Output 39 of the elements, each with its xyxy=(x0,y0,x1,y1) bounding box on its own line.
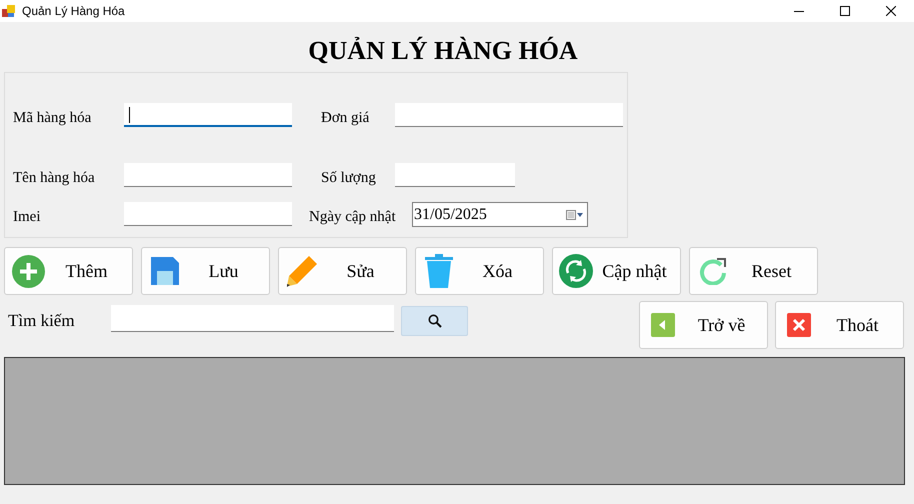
action-button[interactable]: Trở về xyxy=(639,301,768,349)
search-field[interactable] xyxy=(111,305,394,332)
search-label: Tìm kiếm xyxy=(8,310,76,332)
page-heading: QUẢN LÝ HÀNG HÓA xyxy=(308,36,578,66)
plus-circle-icon xyxy=(12,254,44,288)
field-label: Số lượng xyxy=(321,169,376,188)
input-field[interactable] xyxy=(124,163,292,187)
action-button[interactable]: Xóa xyxy=(415,247,544,295)
search-icon xyxy=(428,314,442,328)
text-cursor xyxy=(129,107,130,123)
maximize-icon xyxy=(840,6,850,16)
action-button[interactable]: Sửa xyxy=(278,247,407,295)
field-label: Mã hàng hóa xyxy=(13,109,92,128)
pencil-icon xyxy=(285,254,319,288)
action-button[interactable]: Thoát xyxy=(775,301,904,349)
input-field[interactable] xyxy=(124,103,292,127)
action-button[interactable]: Reset xyxy=(689,247,818,295)
window-title: Quản Lý Hàng Hóa xyxy=(22,3,125,20)
field-label: Imei xyxy=(13,208,40,227)
close-icon xyxy=(886,6,896,16)
input-field[interactable] xyxy=(124,202,292,226)
refresh-circle-icon xyxy=(559,254,593,288)
rotate-arrow-icon xyxy=(699,257,727,285)
search-button[interactable] xyxy=(401,306,468,336)
app-icon xyxy=(2,4,16,18)
field-label: Tên hàng hóa xyxy=(13,169,95,188)
field-label: Đơn giá xyxy=(321,109,370,128)
date-picker[interactable]: 31/05/2025 xyxy=(412,202,588,227)
action-button[interactable]: Cập nhật xyxy=(552,247,681,295)
action-button[interactable]: Thêm xyxy=(4,247,133,295)
date-value: 31/05/2025 xyxy=(414,204,487,224)
field-label: Ngày cập nhật xyxy=(309,208,396,227)
input-field[interactable] xyxy=(395,103,623,127)
input-field[interactable] xyxy=(395,163,515,187)
calendar-dropdown-icon xyxy=(566,210,584,220)
action-button[interactable]: Lưu xyxy=(141,247,270,295)
close-icon xyxy=(787,313,811,337)
trash-can-icon xyxy=(425,254,453,288)
minimize-icon xyxy=(794,10,804,12)
